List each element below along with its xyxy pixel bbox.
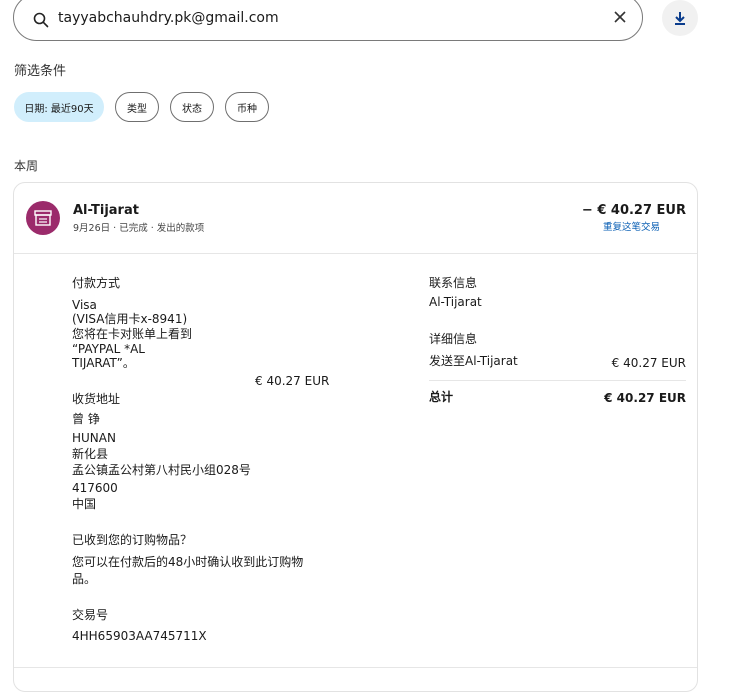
header-divider xyxy=(14,253,697,254)
shipping-line-country: 中国 xyxy=(72,497,97,511)
filter-chip-date[interactable]: 日期: 最近90天 xyxy=(14,92,104,122)
download-button[interactable] xyxy=(662,0,698,36)
transaction-id-value: 4HH65903AA745711X xyxy=(72,629,207,643)
received-note-1: 您可以在付款后的48小时确认收到此订购物 xyxy=(72,555,304,569)
contact-info-label: 联系信息 xyxy=(429,276,478,290)
shipping-line-province: HUNAN xyxy=(72,431,116,445)
received-note-2: 品。 xyxy=(72,572,97,586)
transaction-card: Al-Tijarat 9月26日 · 已完成 · 发出的款项 − € 40.27… xyxy=(13,182,698,692)
received-question: 已收到您的订购物品？ xyxy=(72,533,193,547)
contact-name: Al-Tijarat xyxy=(429,295,482,309)
payment-amount: € 40.27 EUR xyxy=(255,374,330,388)
repeat-transaction-link[interactable]: 重复这笔交易 xyxy=(603,219,660,233)
shipping-line-street: 孟公镇孟公村第八村民小组028号 xyxy=(72,463,251,477)
transaction-amount: − € 40.27 EUR xyxy=(581,203,686,218)
storefront-icon xyxy=(26,201,60,235)
shipping-line-county: 新化县 xyxy=(72,447,109,461)
transaction-id-label: 交易号 xyxy=(72,608,109,622)
shipping-address-label: 收货地址 xyxy=(72,392,121,406)
total-label: 总计 xyxy=(429,390,454,404)
search-input-value[interactable]: tayyabchauhdry.pk@gmail.com xyxy=(58,10,279,26)
search-field[interactable]: tayyabchauhdry.pk@gmail.com xyxy=(13,0,643,41)
search-icon xyxy=(33,12,49,28)
statement-note-2: “PAYPAL *AL xyxy=(72,342,145,356)
statement-note-1: 您将在卡对账单上看到 xyxy=(72,327,193,341)
payment-method-label: 付款方式 xyxy=(72,276,121,290)
merchant-name: Al-Tijarat xyxy=(73,203,139,218)
total-amount: € 40.27 EUR xyxy=(604,391,686,405)
sent-to-label: 发送至Al-Tijarat xyxy=(429,354,518,368)
shipping-line-name: 曾 铮 xyxy=(72,412,100,426)
filter-chip-type[interactable]: 类型 xyxy=(115,92,159,122)
filter-chip-status[interactable]: 状态 xyxy=(170,92,214,122)
card-detail: (VISA信用卡x-8941) xyxy=(72,312,188,326)
sent-amount: € 40.27 EUR xyxy=(611,356,686,370)
shipping-line-postcode: 417600 xyxy=(72,481,118,495)
download-icon xyxy=(675,12,685,25)
section-label: 本周 xyxy=(14,159,39,173)
filter-chip-currency[interactable]: 币种 xyxy=(225,92,269,122)
transaction-meta: 9月26日 · 已完成 · 发出的款项 xyxy=(73,223,205,234)
footer-divider xyxy=(14,667,697,668)
statement-note-3: TIJARAT”。 xyxy=(72,356,135,370)
details-label: 详细信息 xyxy=(429,332,478,346)
card-name: Visa xyxy=(72,298,97,312)
close-icon[interactable] xyxy=(613,10,627,24)
details-divider xyxy=(429,380,686,381)
filters-title: 筛选条件 xyxy=(14,64,67,79)
